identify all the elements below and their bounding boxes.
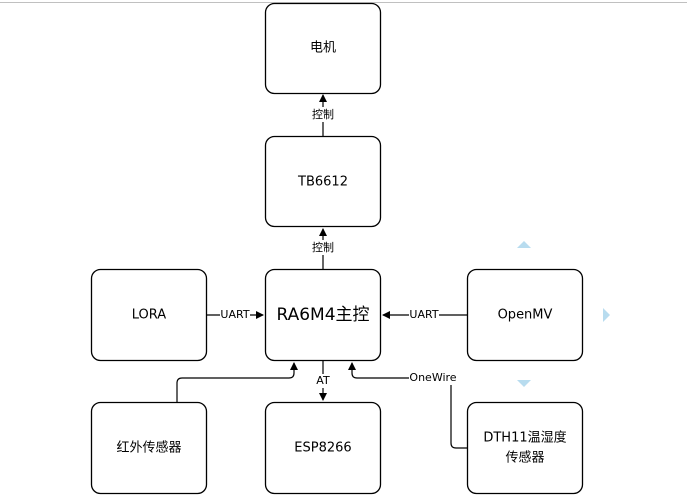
node-label: 电机 (310, 41, 336, 56)
edge-label: 控制 (312, 240, 334, 254)
block-diagram: 控制 控制 UART UART AT OneWire 电机 TB6612 LOR… (0, 2, 687, 495)
edge-label: AT (316, 374, 330, 387)
edge-infrared-to-main (176, 362, 298, 402)
node-ra6m4-main[interactable]: RA6M4主控 (264, 268, 382, 362)
edge-label: OneWire (409, 371, 456, 384)
node-label: 红外传感器 (116, 440, 181, 456)
node-label: ESP8266 (294, 441, 351, 456)
connect-arrow-down-icon[interactable] (517, 380, 531, 387)
edge-label: UART (409, 308, 438, 321)
node-label: TB6612 (297, 175, 348, 190)
node-motor[interactable]: 电机 (264, 2, 382, 95)
connect-arrow-up-icon[interactable] (517, 241, 531, 248)
node-esp8266[interactable]: ESP8266 (264, 401, 382, 495)
edge-label: UART (220, 308, 249, 321)
node-label: LORA (132, 308, 167, 323)
node-label: RA6M4主控 (276, 305, 369, 325)
node-tb6612[interactable]: TB6612 (264, 135, 382, 228)
node-openmv[interactable]: OpenMV (466, 268, 584, 362)
node-infrared-sensor[interactable]: 红外传感器 (90, 401, 208, 495)
node-label: OpenMV (498, 308, 553, 323)
node-label: DTH11温湿度 (483, 430, 566, 446)
node-label: 传感器 (505, 450, 544, 466)
node-lora[interactable]: LORA (90, 268, 208, 362)
edge-label: 控制 (312, 107, 334, 121)
connect-arrow-right-icon[interactable] (603, 308, 610, 322)
node-dth11-sensor[interactable]: DTH11温湿度 传感器 (466, 401, 584, 495)
